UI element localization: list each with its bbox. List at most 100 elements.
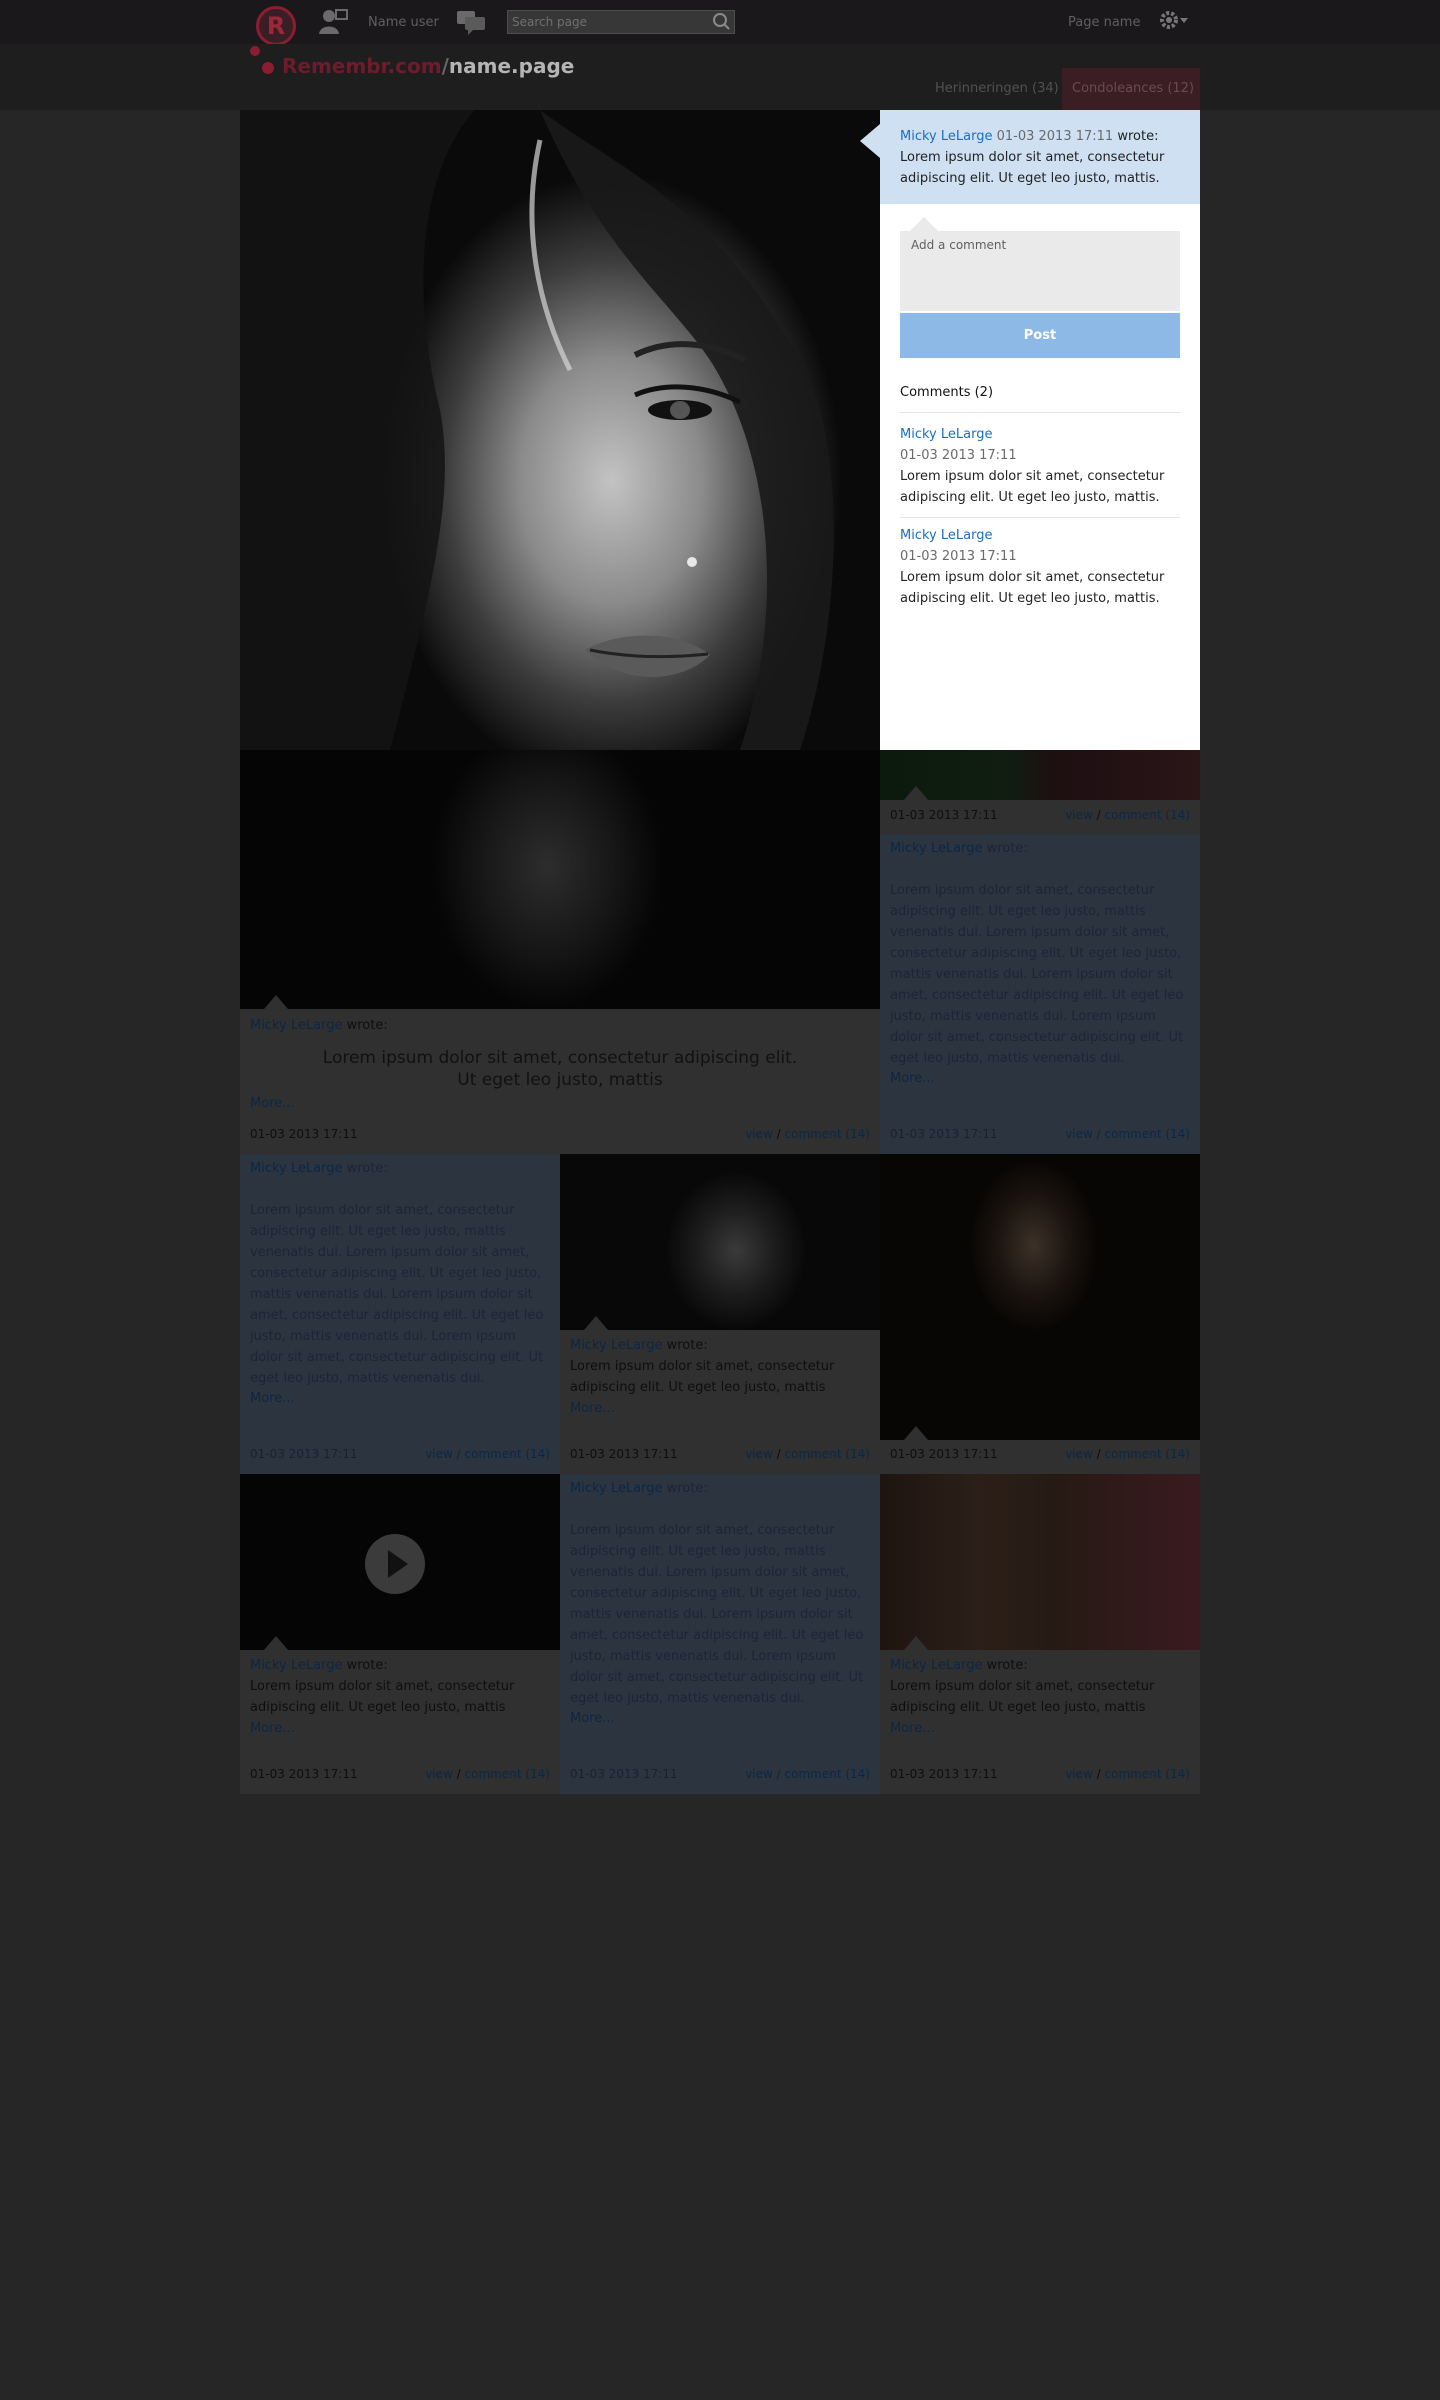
search-icon[interactable]: [711, 12, 731, 32]
view-link[interactable]: view: [745, 1767, 773, 1781]
wrote-label: wrote:: [346, 1161, 388, 1176]
more-link[interactable]: More...: [570, 1401, 615, 1416]
view-link[interactable]: view: [745, 1447, 773, 1461]
post-button[interactable]: Post: [900, 313, 1180, 358]
author-link[interactable]: Micky LeLarge: [890, 1658, 982, 1673]
tile-footer: 01-03 2013 17:11 view / comment (14): [250, 1444, 550, 1464]
tile-footer: 01-03 2013 17:11 view / comment (14): [250, 1124, 870, 1144]
wrote-label: wrote:: [986, 841, 1028, 856]
search-input[interactable]: [512, 11, 702, 33]
gear-icon[interactable]: [1158, 8, 1192, 41]
tile-footer: 01-03 2013 17:11 view / comment (14): [250, 1764, 550, 1784]
comment-input[interactable]: [900, 231, 1180, 311]
memory-tile[interactable]: 01-03 2013 17:11 view / comment (14): [880, 750, 1200, 834]
video-thumbnail[interactable]: [240, 1474, 560, 1650]
tile-photo[interactable]: [880, 1474, 1200, 1650]
more-row: More...: [570, 1708, 870, 1729]
author-link[interactable]: Micky LeLarge: [570, 1338, 662, 1353]
comment-author-link[interactable]: Micky LeLarge: [900, 427, 992, 442]
view-link[interactable]: view: [1065, 1447, 1093, 1461]
tile-photo[interactable]: [560, 1154, 880, 1330]
author-link[interactable]: Micky LeLarge: [890, 841, 982, 856]
view-link[interactable]: view: [425, 1447, 453, 1461]
tile-pointer: [904, 786, 928, 800]
tile-footer: 01-03 2013 17:11 view / comment (14): [570, 1444, 870, 1464]
comment-date: 01-03 2013 17:11: [900, 549, 1017, 564]
tile-actions: view / comment (14): [425, 1444, 550, 1464]
more-link[interactable]: More...: [250, 1096, 295, 1111]
tile-date: 01-03 2013 17:11: [250, 1767, 358, 1781]
comment-text: Lorem ipsum dolor sit amet, consectetur …: [900, 570, 1165, 606]
comment-date: 01-03 2013 17:11: [900, 448, 1017, 463]
divider: [900, 517, 1180, 518]
memory-tile[interactable]: Micky LeLarge wrote: Lorem ipsum dolor s…: [240, 750, 880, 1154]
comment-link[interactable]: comment (14): [785, 1127, 870, 1141]
more-link[interactable]: More...: [570, 1711, 615, 1726]
comment-link[interactable]: comment (14): [1105, 1447, 1190, 1461]
tile-pointer: [904, 1636, 928, 1650]
logo-icon[interactable]: R: [256, 6, 296, 46]
memory-tile[interactable]: Micky LeLarge wrote: Lorem ipsum dolor s…: [560, 1474, 880, 1794]
comment-link[interactable]: comment (14): [465, 1447, 550, 1461]
tile-text: Lorem ipsum dolor sit amet, consectetur …: [570, 1523, 864, 1706]
more-link[interactable]: More...: [250, 1721, 295, 1736]
tile-actions: view / comment (14): [745, 1444, 870, 1464]
messages-icon[interactable]: [456, 8, 486, 43]
memory-tile[interactable]: Micky LeLarge wrote: Lorem ipsum dolor s…: [880, 834, 1200, 1154]
separator: /: [776, 1447, 781, 1461]
wrote-label: wrote:: [346, 1018, 388, 1033]
wrote-label: wrote:: [666, 1481, 708, 1496]
tile-footer: 01-03 2013 17:11 view / comment (14): [570, 1764, 870, 1784]
brand-site: Remembr.com: [282, 54, 442, 78]
user-profile-icon[interactable]: [318, 8, 348, 43]
view-link[interactable]: view: [1065, 808, 1093, 822]
author-link[interactable]: Micky LeLarge: [250, 1658, 342, 1673]
memory-tile[interactable]: Micky LeLarge wrote: Lorem ipsum dolor s…: [240, 1474, 560, 1794]
memory-tile[interactable]: Micky LeLarge wrote: Lorem ipsum dolor s…: [560, 1154, 880, 1474]
view-link[interactable]: view: [745, 1127, 773, 1141]
comment-link[interactable]: comment (14): [785, 1447, 870, 1461]
tile-photo[interactable]: [240, 750, 880, 1009]
view-link[interactable]: view: [1065, 1767, 1093, 1781]
view-link[interactable]: view: [425, 1767, 453, 1781]
more-link[interactable]: More...: [890, 1721, 935, 1736]
more-link[interactable]: More...: [890, 1071, 935, 1086]
play-icon[interactable]: [365, 1534, 425, 1594]
memory-tile[interactable]: 01-03 2013 17:11 view / comment (14): [880, 1154, 1200, 1474]
page-header: [0, 44, 1440, 110]
portrait-image: [240, 110, 880, 750]
nav-user-link[interactable]: Name user: [368, 13, 439, 33]
memory-tile[interactable]: Micky LeLarge wrote: Lorem ipsum dolor s…: [240, 1154, 560, 1474]
tile-actions: view / comment (14): [1065, 1444, 1190, 1464]
page-name-link[interactable]: Page name: [1068, 13, 1140, 33]
tab-condoleances[interactable]: Condoleances (12): [1062, 68, 1200, 110]
brand-title[interactable]: Remembr.com/name.page: [282, 52, 574, 80]
more-row: More...: [250, 1093, 870, 1114]
tile-date: 01-03 2013 17:11: [250, 1127, 358, 1141]
more-link[interactable]: More...: [250, 1391, 295, 1406]
top-bar: R Name user Page name: [0, 0, 1440, 46]
author-link[interactable]: Micky LeLarge: [250, 1161, 342, 1176]
tile-photo[interactable]: [880, 1154, 1200, 1440]
comment-link[interactable]: comment (14): [1105, 808, 1190, 822]
memory-tile[interactable]: Micky LeLarge wrote: Lorem ipsum dolor s…: [880, 1474, 1200, 1794]
tile-byline: Micky LeLarge wrote:: [250, 1015, 870, 1036]
comment-link[interactable]: comment (14): [1105, 1767, 1190, 1781]
author-link[interactable]: Micky LeLarge: [250, 1018, 342, 1033]
comment-link[interactable]: comment (14): [465, 1767, 550, 1781]
tile-photo[interactable]: [880, 750, 1200, 800]
post-author-link[interactable]: Micky LeLarge: [900, 129, 992, 144]
tab-herinneringen[interactable]: Herinneringen (34): [925, 68, 1059, 110]
more-row: More...: [570, 1398, 870, 1419]
author-link[interactable]: Micky LeLarge: [570, 1481, 662, 1496]
tile-date: 01-03 2013 17:11: [890, 1767, 998, 1781]
comment-author-link[interactable]: Micky LeLarge: [900, 528, 992, 543]
separator: /: [776, 1127, 781, 1141]
featured-photo[interactable]: [240, 110, 880, 750]
comment-link[interactable]: comment (14): [785, 1767, 870, 1781]
tile-byline: Micky LeLarge wrote:: [570, 1335, 870, 1356]
view-link[interactable]: view: [1065, 1127, 1093, 1141]
tile-date: 01-03 2013 17:11: [250, 1447, 358, 1461]
tile-date: 01-03 2013 17:11: [890, 1127, 998, 1141]
comment-link[interactable]: comment (14): [1105, 1127, 1190, 1141]
